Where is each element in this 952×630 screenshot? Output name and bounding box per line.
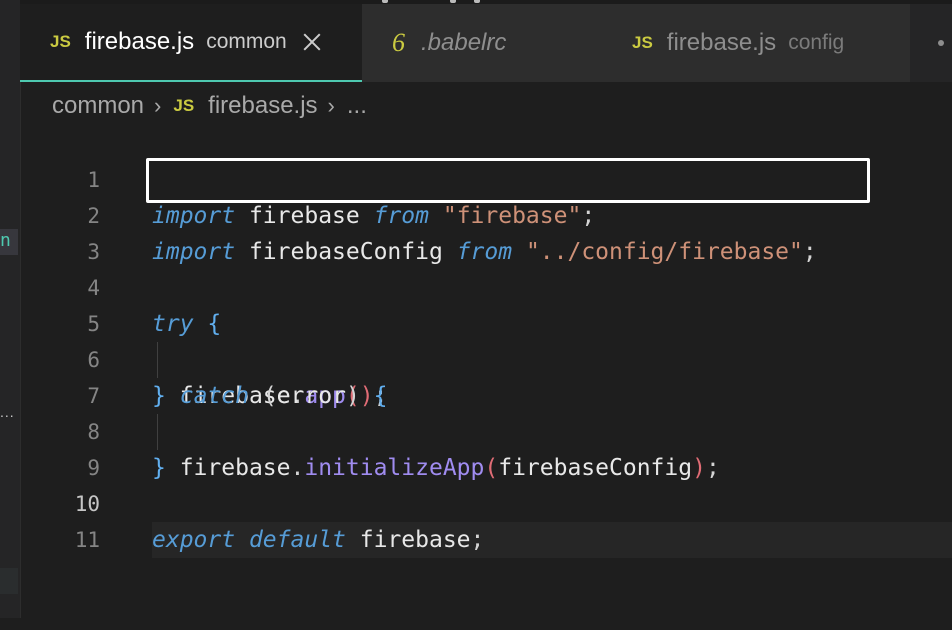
code-line-current[interactable]: 10 export default firebase; [20, 450, 952, 558]
tab-description: common [206, 30, 287, 53]
more-icon[interactable] [938, 40, 952, 48]
breadcrumb-folder[interactable]: common [52, 92, 144, 120]
tab-description: config [788, 31, 845, 54]
tab-firebase-common[interactable]: JS firebase.js common [20, 4, 362, 82]
title-glyph-fragment [474, 0, 480, 3]
line-number: 11 [74, 528, 100, 552]
tab-label: firebase.js [666, 29, 777, 56]
breadcrumb-file[interactable]: firebase.js [208, 92, 317, 120]
code-line[interactable]: 8 } [20, 378, 952, 481]
breadcrumb-symbol-more[interactable]: ... [347, 92, 367, 120]
title-glyph-fragment [382, 0, 388, 3]
javascript-file-icon: JS [632, 33, 653, 52]
javascript-file-icon: JS [173, 96, 195, 115]
explorer-item-fragment[interactable]: n [0, 229, 18, 255]
explorer-sidebar-edge: n ... [0, 0, 21, 618]
code-line[interactable]: 7 firebase.initializeApp(firebaseConfig)… [20, 342, 952, 481]
code-line[interactable]: 5 firebase.app(); [20, 270, 952, 409]
tab-label: firebase.js [84, 28, 195, 55]
code-line[interactable]: 9 [20, 414, 952, 480]
code-line[interactable]: 3 [20, 198, 952, 264]
code-line[interactable]: 1 import firebase from "firebase"; [20, 126, 952, 229]
line-code: export default firebase; [152, 522, 952, 558]
tab-firebase-config[interactable]: JS firebase.js config [598, 4, 910, 82]
code-line[interactable]: 6 } catch (error) { [20, 306, 952, 409]
close-icon[interactable] [301, 31, 323, 53]
explorer-item-hover[interactable] [0, 568, 18, 594]
tab-label: .babelrc [421, 29, 507, 56]
breadcrumb: common › JS firebase.js › ... [52, 88, 367, 124]
chevron-right-icon: › [327, 93, 335, 118]
tab-babelrc[interactable]: 6 .babelrc [362, 4, 598, 82]
explorer-ellipsis[interactable]: ... [0, 404, 15, 420]
babel-file-icon: 6 [392, 28, 405, 57]
chevron-right-icon: › [154, 93, 162, 118]
annotation-highlight-box [146, 158, 870, 203]
code-line[interactable]: 11 [20, 486, 952, 552]
editor-tab-bar: JS firebase.js common 6 .babelrc JS fire… [20, 4, 952, 82]
javascript-file-icon: JS [50, 32, 71, 51]
title-glyph-fragment [450, 0, 456, 3]
code-line[interactable]: 4 try { [20, 234, 952, 337]
